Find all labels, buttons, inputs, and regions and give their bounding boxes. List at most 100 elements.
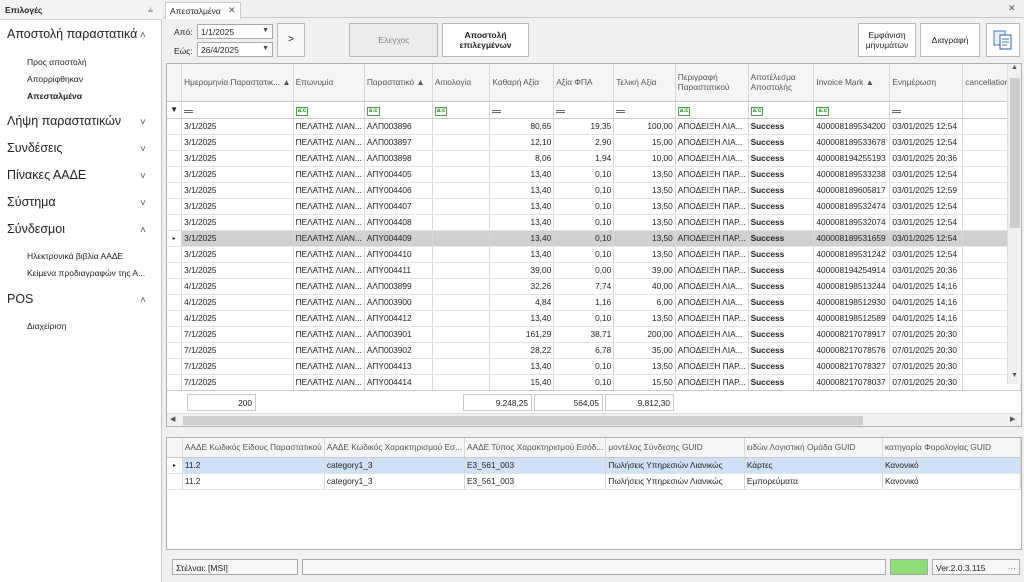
row-indicator[interactable] bbox=[167, 198, 183, 215]
table-cell[interactable]: 04/01/2025 14:16 bbox=[889, 278, 964, 295]
chevron-up-icon[interactable]: ˄ bbox=[140, 225, 146, 236]
nav-group-aade-tables[interactable]: Πίνακες ΑΑΔΕ bbox=[7, 168, 86, 182]
from-date-picker[interactable]: 1/1/2025 ▼ bbox=[197, 24, 273, 39]
table-cell[interactable]: 3/1/2025 bbox=[181, 182, 294, 199]
table-cell[interactable]: Success bbox=[748, 214, 815, 231]
row-indicator[interactable] bbox=[167, 342, 183, 359]
table-cell[interactable]: ΑΠΟΔΕΙΞΗ ΛΙΑ... bbox=[675, 134, 749, 151]
table-cell[interactable]: ΠΕΛΑΤΗΣ ΛΙΑΝ... bbox=[293, 294, 365, 311]
horizontal-scrollbar[interactable]: ◀ ▶ bbox=[167, 413, 1021, 426]
table-cell[interactable]: 400008189533238 bbox=[813, 166, 891, 183]
table-cell[interactable]: ΠΕΛΑΤΗΣ ΛΙΑΝ... bbox=[293, 166, 365, 183]
table-cell[interactable]: ΑΠΟΔΕΙΞΗ ΛΙΑ... bbox=[675, 278, 749, 295]
table-cell[interactable]: 04/01/2025 14:16 bbox=[889, 294, 964, 311]
table-cell[interactable]: 80,65 bbox=[489, 118, 555, 135]
table-cell[interactable]: ΑΠΥ004411 bbox=[364, 262, 433, 279]
table-cell[interactable]: 03/01/2025 12:54 bbox=[889, 214, 964, 231]
row-indicator[interactable] bbox=[167, 326, 183, 343]
table-cell[interactable]: ΑΛΠ003897 bbox=[364, 134, 433, 151]
table-cell[interactable]: Success bbox=[748, 118, 815, 135]
table-cell[interactable]: 6,78 bbox=[553, 342, 615, 359]
table-cell[interactable]: 13,40 bbox=[489, 246, 555, 263]
table-cell[interactable]: 400008198512930 bbox=[813, 294, 891, 311]
table-cell[interactable]: 400008189605817 bbox=[813, 182, 891, 199]
table-row[interactable]: 7/1/2025 ΠΕΛΑΤΗΣ ΛΙΑΝ... ΑΠΥ004413 13,40 0,1… bbox=[167, 358, 1021, 375]
table-cell[interactable] bbox=[432, 246, 491, 263]
table-cell[interactable]: Success bbox=[748, 246, 815, 263]
table-cell[interactable]: 07/01/2025 20:30 bbox=[889, 374, 964, 391]
column-header-description[interactable]: Περιγραφή Παραστατικού bbox=[675, 64, 749, 102]
table-cell[interactable]: ΠΕΛΑΤΗΣ ΛΙΑΝ... bbox=[293, 342, 365, 359]
nav-group-links[interactable]: Σύνδεσμοι bbox=[7, 222, 65, 236]
row-indicator[interactable] bbox=[167, 294, 183, 311]
row-indicator[interactable] bbox=[167, 262, 183, 279]
row-indicator[interactable] bbox=[167, 118, 183, 135]
documents-grid[interactable]: Ημερομηνία Παραστατικ... ▲ Επωνυμία Παρα… bbox=[166, 63, 1022, 427]
table-cell[interactable]: ΑΠΟΔΕΙΞΗ ΠΑΡ... bbox=[675, 310, 749, 327]
table-cell[interactable]: 3/1/2025 bbox=[181, 262, 294, 279]
table-cell[interactable]: 400008198513244 bbox=[813, 278, 891, 295]
table-cell[interactable]: 03/01/2025 20:36 bbox=[889, 150, 964, 167]
check-button[interactable]: Έλεγχος bbox=[349, 23, 438, 57]
table-cell[interactable]: 7,74 bbox=[553, 278, 615, 295]
table-cell[interactable]: 0,10 bbox=[553, 374, 615, 391]
table-cell[interactable] bbox=[432, 230, 491, 247]
table-cell[interactable]: 13,40 bbox=[489, 358, 555, 375]
table-cell[interactable]: ΑΠΥ004414 bbox=[364, 374, 433, 391]
table-cell[interactable]: 400008189534200 bbox=[813, 118, 891, 135]
table-cell[interactable] bbox=[432, 326, 491, 343]
vertical-scrollbar[interactable]: ▲ ▼ bbox=[1007, 64, 1021, 384]
table-cell[interactable]: 3/1/2025 bbox=[181, 118, 294, 135]
table-row[interactable]: 4/1/2025 ΠΕΛΑΤΗΣ ΛΙΑΝ... ΑΛΠ003899 32,26 7,7… bbox=[167, 278, 1021, 295]
table-cell[interactable]: Success bbox=[748, 278, 815, 295]
table-cell[interactable]: 7/1/2025 bbox=[181, 358, 294, 375]
chevron-up-icon[interactable]: ˄ bbox=[140, 295, 146, 306]
table-row[interactable]: 3/1/2025 ΠΕΛΑΤΗΣ ΛΙΑΝ... ΑΠΥ004410 13,40 0,1… bbox=[167, 246, 1021, 263]
send-selected-button[interactable]: Αποστολή επιλεγμένων bbox=[442, 23, 529, 57]
table-cell[interactable]: ΠΕΛΑΤΗΣ ΛΙΑΝ... bbox=[293, 310, 365, 327]
detail-header-classification-code[interactable]: ΑΑΔΕ Κωδικός Χαρακτηρισμού Εσ... bbox=[324, 438, 466, 458]
row-indicator[interactable] bbox=[167, 182, 183, 199]
table-cell[interactable]: ΠΕΛΑΤΗΣ ΛΙΑΝ... bbox=[293, 262, 365, 279]
detail-cell[interactable]: 11.2 bbox=[182, 473, 325, 490]
detail-cell[interactable]: Πωλήσεις Υπηρεσιών Λιανικώς bbox=[605, 473, 745, 490]
column-header-name[interactable]: Επωνυμία bbox=[293, 64, 365, 102]
table-cell[interactable]: 7/1/2025 bbox=[181, 342, 294, 359]
detail-cell[interactable]: Κανονικό bbox=[882, 457, 1021, 474]
nav-item-aade-ebooks[interactable]: Ηλεκτρονικά βιβλία ΑΑΔΕ bbox=[27, 251, 123, 261]
filter-icon[interactable]: ▼ bbox=[167, 101, 183, 119]
table-cell[interactable]: 0,10 bbox=[553, 310, 615, 327]
table-row[interactable]: 4/1/2025 ΠΕΛΑΤΗΣ ΛΙΑΝ... ΑΛΠ003900 4,84 1,16… bbox=[167, 294, 1021, 311]
table-cell[interactable]: 15,40 bbox=[489, 374, 555, 391]
filter-row[interactable]: ▼ a:c a:c a:c a:c a:c a:c bbox=[167, 101, 1021, 119]
table-cell[interactable]: 0,10 bbox=[553, 198, 615, 215]
table-cell[interactable]: 40,00 bbox=[613, 278, 676, 295]
table-cell[interactable]: 3/1/2025 bbox=[181, 134, 294, 151]
table-cell[interactable]: ΑΠΥ004409 bbox=[364, 230, 433, 247]
table-cell[interactable] bbox=[432, 182, 491, 199]
table-cell[interactable]: 3/1/2025 bbox=[181, 150, 294, 167]
table-cell[interactable]: 39,00 bbox=[613, 262, 676, 279]
pin-icon[interactable]: ⫨ bbox=[148, 4, 153, 15]
table-cell[interactable]: 400008198512589 bbox=[813, 310, 891, 327]
table-row[interactable]: ▸ 3/1/2025 ΠΕΛΑΤΗΣ ΛΙΑΝ... ΑΠΥ004409 13,40 0,… bbox=[167, 230, 1021, 247]
chevron-down-icon[interactable]: ˅ bbox=[140, 144, 146, 155]
table-cell[interactable] bbox=[432, 374, 491, 391]
table-cell[interactable]: ΠΕΛΑΤΗΣ ΛΙΑΝ... bbox=[293, 374, 365, 391]
table-cell[interactable]: 6,00 bbox=[613, 294, 676, 311]
table-cell[interactable]: Success bbox=[748, 262, 815, 279]
export-button[interactable] bbox=[986, 23, 1020, 57]
nav-group-system[interactable]: Σύστημα bbox=[7, 195, 56, 209]
table-cell[interactable] bbox=[432, 310, 491, 327]
nav-item-rejected[interactable]: Απορρίφθηκαν bbox=[27, 74, 83, 84]
table-cell[interactable]: Success bbox=[748, 326, 815, 343]
nav-item-to-send[interactable]: Προς αποστολή bbox=[27, 57, 87, 67]
table-cell[interactable]: ΑΠΟΔΕΙΞΗ ΠΑΡ... bbox=[675, 182, 749, 199]
table-row[interactable]: 7/1/2025 ΠΕΛΑΤΗΣ ΛΙΑΝ... ΑΛΠ003902 28,22 6,7… bbox=[167, 342, 1021, 359]
table-cell[interactable]: ΠΕΛΑΤΗΣ ΛΙΑΝ... bbox=[293, 134, 365, 151]
to-date-picker[interactable]: 26/4/2025 ▼ bbox=[197, 42, 273, 57]
table-cell[interactable]: 0,10 bbox=[553, 358, 615, 375]
column-header-total-value[interactable]: Τελική Αξία bbox=[613, 64, 676, 102]
table-cell[interactable]: Success bbox=[748, 150, 815, 167]
table-cell[interactable]: 07/01/2025 20:30 bbox=[889, 358, 964, 375]
